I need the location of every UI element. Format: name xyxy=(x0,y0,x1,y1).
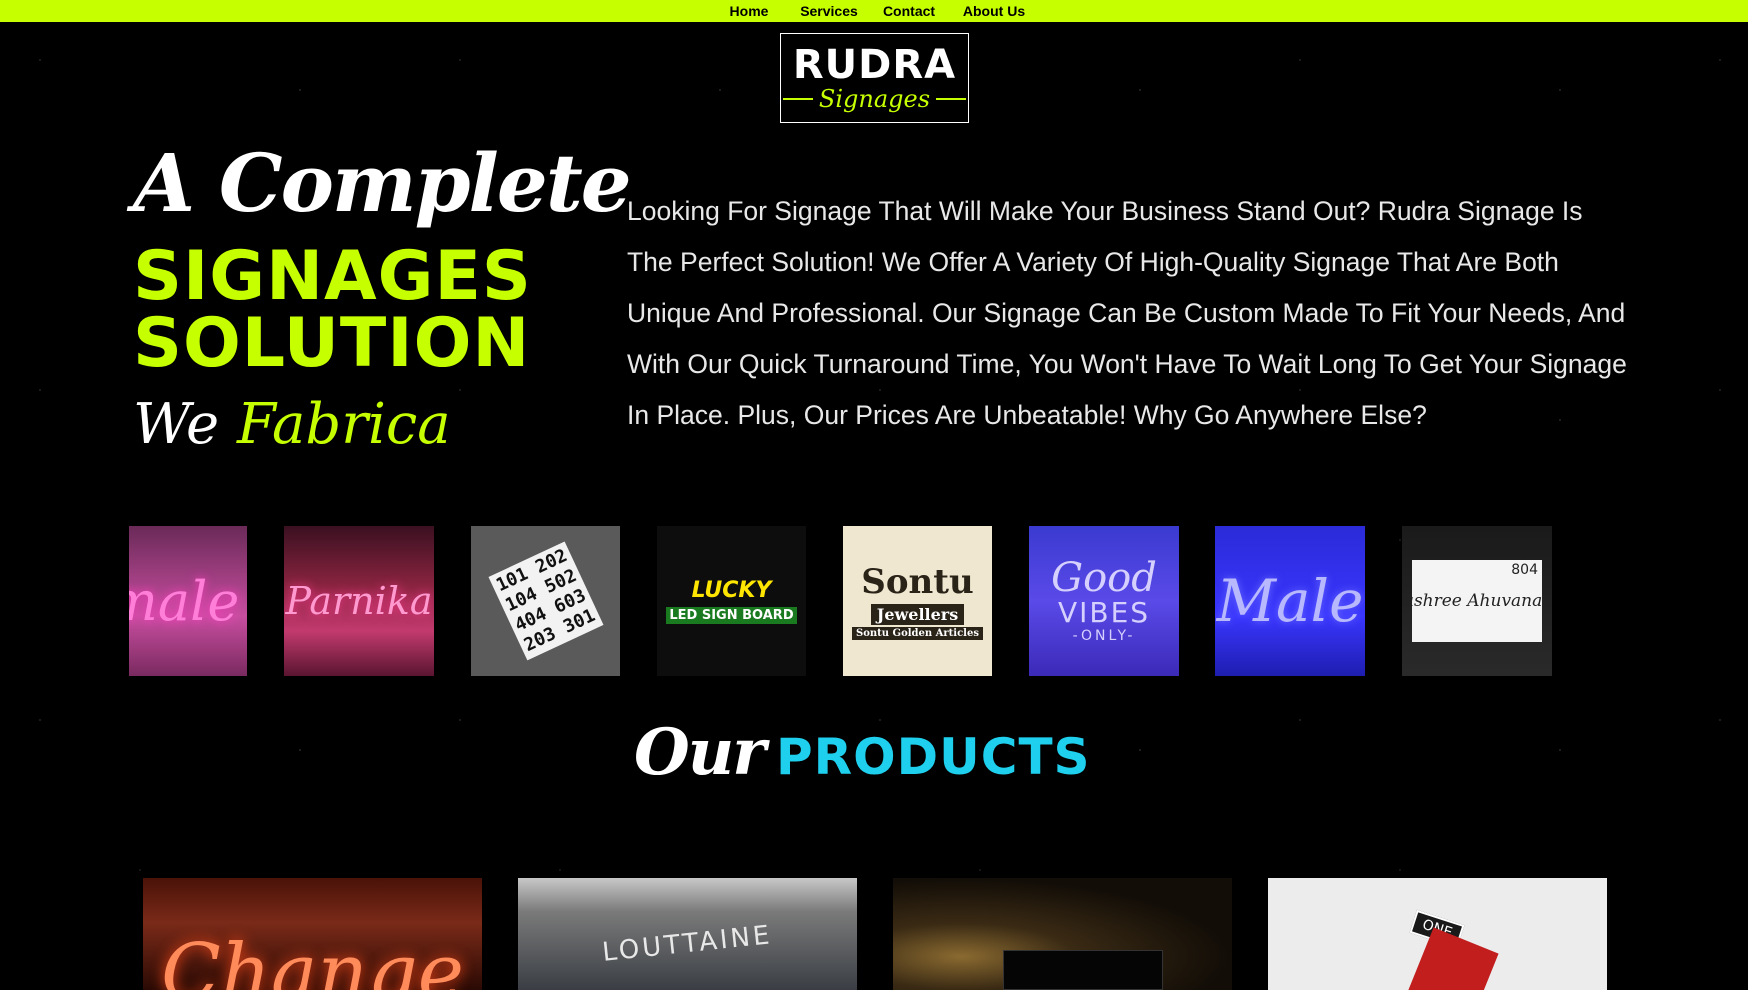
hero-script-heading: A Complete xyxy=(133,136,632,230)
product-card-letters[interactable]: LOUTTAINE xyxy=(518,878,857,990)
gallery-image-4[interactable]: LUCKY LED SIGN BOARD xyxy=(657,526,806,676)
gallery-sublabel-6: VIBES xyxy=(1057,596,1151,629)
gallery-label-8: Anushree Ahuvananda xyxy=(1402,591,1552,611)
hero-typing-line: We Fabrica xyxy=(133,393,451,457)
gallery-sublabel-5b: Sontu Golden Articles xyxy=(852,627,983,640)
gallery-label-2: Parnika xyxy=(285,579,433,623)
gallery-image-2[interactable]: Parnika xyxy=(284,526,434,676)
product-card-street-sign[interactable]: ONE xyxy=(1268,878,1607,990)
stop-sign-shape xyxy=(1407,927,1499,990)
hero-typing-animated: Fabrica xyxy=(236,392,451,457)
nav-home-link[interactable]: Home xyxy=(714,3,784,19)
products-heading: Our PRODUCTS xyxy=(634,715,1091,790)
logo-title: RUDRA xyxy=(792,42,957,88)
gallery-image-1[interactable]: male xyxy=(129,526,247,676)
product-card-lamp[interactable] xyxy=(893,878,1232,990)
hero-heading-signages: SIGNAGES xyxy=(133,237,532,316)
nav-about-link[interactable]: About Us xyxy=(954,3,1034,19)
gallery-sublabel-6b: -ONLY- xyxy=(1072,628,1136,644)
logo-bar-left xyxy=(782,98,813,100)
product-card-2-text: LOUTTAINE xyxy=(601,920,774,968)
hero-heading-solution: SOLUTION xyxy=(133,304,531,383)
gallery-nameplate: 804 Anushree Ahuvananda xyxy=(1402,560,1552,642)
gallery-image-5[interactable]: Sontu Jewellers Sontu Golden Articles xyxy=(843,526,992,676)
gallery-nameplate-number: 804 xyxy=(1511,562,1538,578)
nav-services-link[interactable]: Services xyxy=(794,3,864,19)
hero-typing-static: We xyxy=(133,392,220,457)
nav-contact-link[interactable]: Contact xyxy=(874,3,944,19)
gallery-sublabel-5: Jewellers xyxy=(870,604,965,625)
logo-subtitle: Signages xyxy=(818,85,931,113)
logo-bar-right xyxy=(936,98,967,100)
products-heading-script: Our xyxy=(634,715,766,790)
gallery-image-6[interactable]: Good VIBES -ONLY- xyxy=(1029,526,1179,676)
gallery-image-8[interactable]: 804 Anushree Ahuvananda xyxy=(1402,526,1552,676)
gallery-label-7: Male xyxy=(1216,567,1364,635)
site-logo[interactable]: RUDRA Signages xyxy=(780,33,969,123)
gallery-label-1: male xyxy=(129,569,240,633)
gallery-label-5: Sontu xyxy=(861,562,974,602)
logo-subtitle-row: Signages xyxy=(782,85,967,113)
product-card-neon[interactable]: Change xyxy=(143,878,482,990)
products-heading-bold: PRODUCTS xyxy=(776,728,1091,786)
gallery-image-7[interactable]: Male xyxy=(1215,526,1365,676)
top-nav: Home Services Contact About Us xyxy=(0,0,1748,22)
hero-description: Looking For Signage That Will Make Your … xyxy=(627,196,1627,430)
gallery-number-tags: 101 202 104 502 404 603 203 301 xyxy=(488,541,603,661)
gallery-sublabel-4: LED SIGN BOARD xyxy=(666,606,797,624)
product-card-3-panel xyxy=(1002,950,1163,990)
gallery-image-3[interactable]: 101 202 104 502 404 603 203 301 xyxy=(471,526,620,676)
gallery-label-3: 101 202 104 502 404 603 203 301 xyxy=(488,541,603,661)
gallery-label-6: Good xyxy=(1051,555,1157,601)
gallery-label-4: LUCKY xyxy=(691,577,772,603)
product-card-1-text: Change xyxy=(161,928,464,990)
